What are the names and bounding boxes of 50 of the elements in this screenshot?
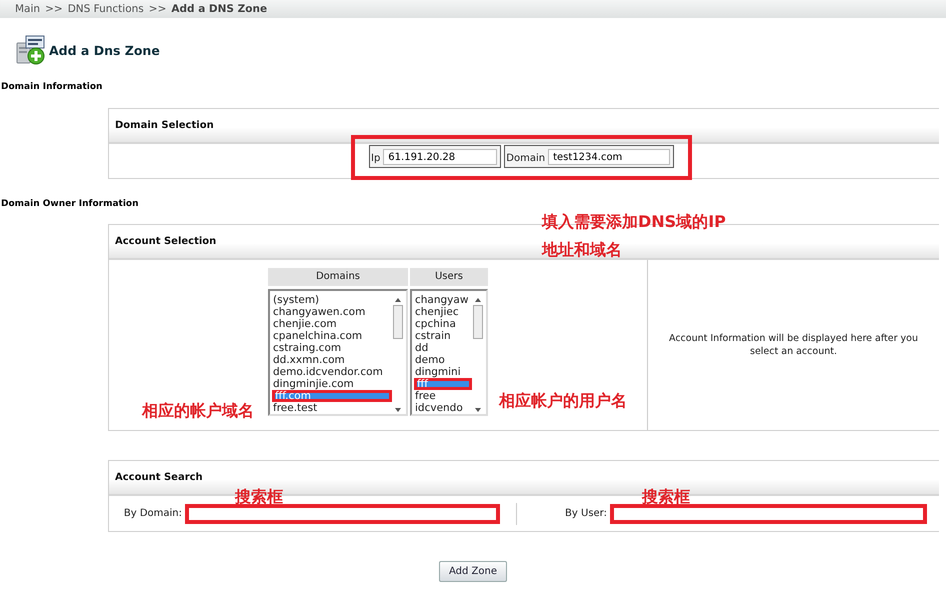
list-item[interactable]: cstraing.com xyxy=(272,342,392,354)
panel-title: Account Selection xyxy=(115,236,216,247)
list-item[interactable]: cpchina xyxy=(414,318,472,330)
panel-title: Domain Selection xyxy=(115,120,214,131)
annotation-text: 搜索框 xyxy=(235,487,283,507)
breadcrumb-current: Add a DNS Zone xyxy=(171,3,268,15)
list-box[interactable]: changyaw chenjiec cpchina cstrain dd demo dingmini fff free idcvendo xyxy=(410,289,488,416)
list-item[interactable]: (system) xyxy=(272,294,392,306)
section-heading: Domain Owner Information xyxy=(0,199,140,211)
list-item[interactable]: dd xyxy=(414,342,472,354)
breadcrumb-separator: >> xyxy=(45,3,63,15)
list-item[interactable]: dingminjie.com xyxy=(272,378,392,390)
list-item[interactable]: free.test xyxy=(272,402,392,414)
text-field[interactable]: test1234.com xyxy=(548,149,670,165)
annotation-text: 搜索框 xyxy=(642,487,690,507)
list-box[interactable]: (system) changyawen.com chenjie.com cpanelchina.com cstraing.com dd.xxmn.com demo.idcvendor.com dingminjie.com fff.com free.test xyxy=(268,289,408,416)
list-item[interactable]: changyawen.com xyxy=(272,306,392,318)
list-item[interactable]: demo xyxy=(414,354,472,366)
list-header: Users xyxy=(410,268,488,286)
page-title: Add a Dns Zone xyxy=(49,42,160,58)
list-item[interactable]: chenjie.com xyxy=(272,318,392,330)
breadcrumb-link[interactable]: DNS Functions xyxy=(68,3,144,15)
server-add-icon xyxy=(16,35,46,65)
field-label: By Domain: xyxy=(124,508,182,519)
annotation-text: 地址和域名 xyxy=(542,240,622,260)
list-item[interactable]: cpanelchina.com xyxy=(272,330,392,342)
list-item[interactable]: free xyxy=(414,390,472,402)
list-item[interactable]: dingmini xyxy=(414,366,472,378)
annotation-text: 相应的帐户域名 xyxy=(142,401,254,421)
list-item[interactable]: chenjiec xyxy=(414,306,472,318)
breadcrumb-separator: >> xyxy=(148,3,166,15)
list-item[interactable]: dd.xxmn.com xyxy=(272,354,392,366)
list-item[interactable]: cstrain xyxy=(414,330,472,342)
field-label: Domain xyxy=(506,153,546,165)
breadcrumb-link[interactable]: Main xyxy=(15,3,40,15)
list-item[interactable]: demo.idcvendor.com xyxy=(272,366,392,378)
add-zone-button[interactable]: Add Zone xyxy=(439,561,507,582)
search-field[interactable] xyxy=(610,504,927,524)
list-item[interactable]: idcvendo xyxy=(414,402,472,414)
text-field[interactable]: 61.191.20.28 xyxy=(383,149,498,165)
field-label: By User: xyxy=(565,508,607,519)
info-text: Account Information will be displayed here after you select an account. xyxy=(668,332,919,358)
panel-title: Account Search xyxy=(115,472,203,483)
annotation-text: 相应帐户的用户名 xyxy=(499,391,627,411)
field-label: Ip xyxy=(371,153,380,165)
list-header: Domains xyxy=(268,268,408,286)
annotation-text: 填入需要添加DNS域的IP xyxy=(542,212,726,232)
section-heading: Domain Information xyxy=(0,82,104,94)
search-field[interactable] xyxy=(185,504,500,524)
list-item[interactable]: changyaw xyxy=(414,294,472,306)
